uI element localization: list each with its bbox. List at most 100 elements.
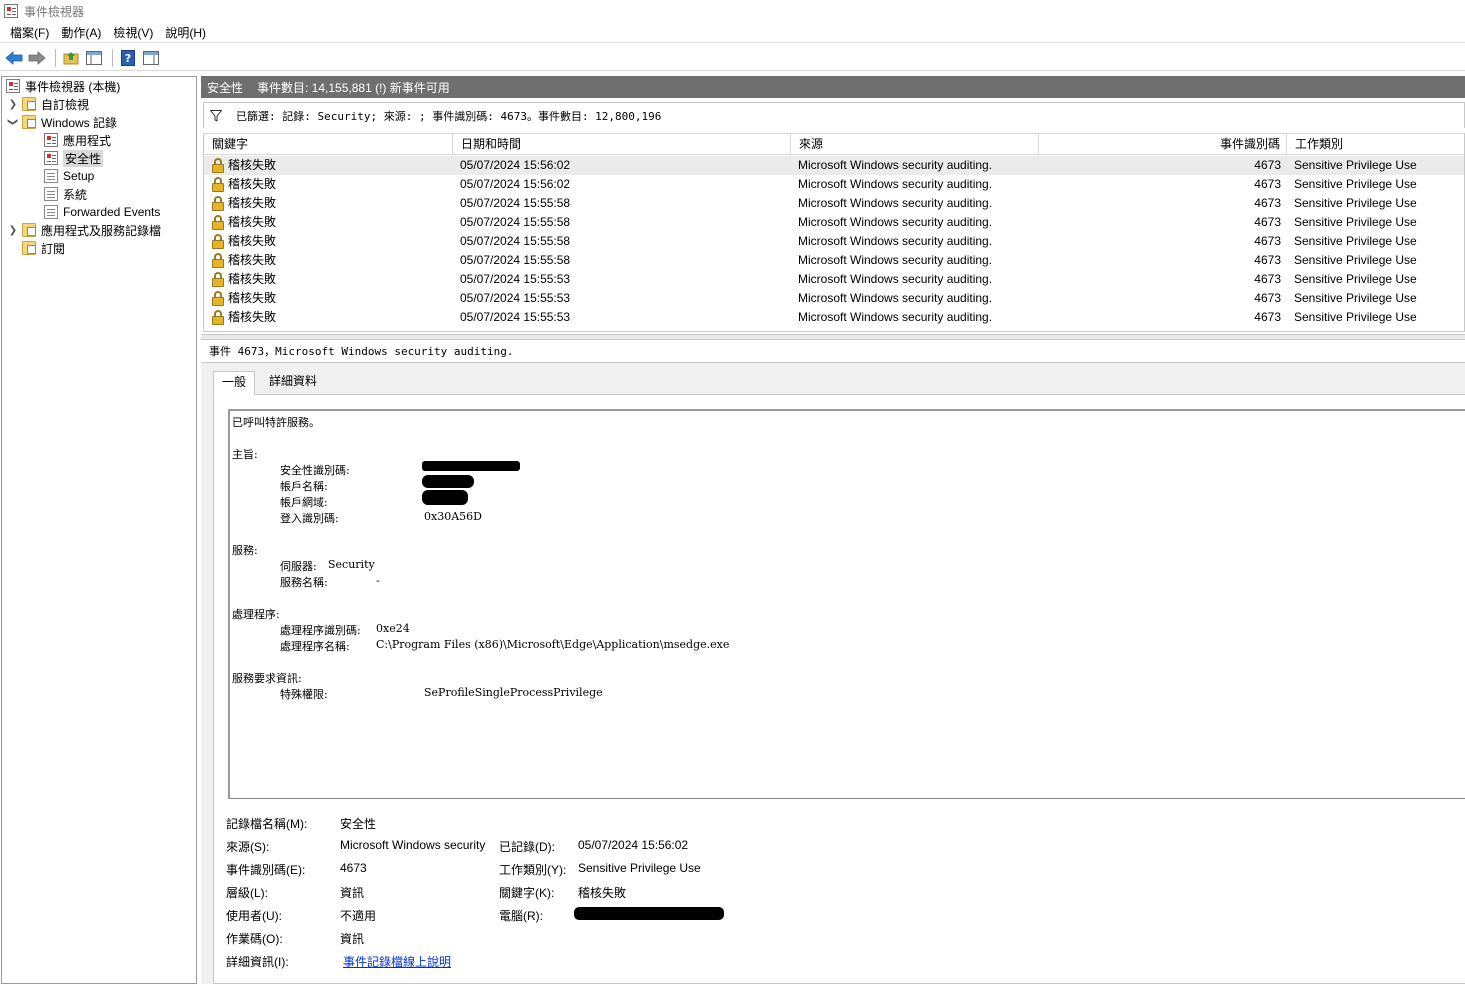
event-count: 事件數目: 14,155,881 (!) 新事件可用 (257, 80, 450, 95)
cell-keyword: 稽核失敗 (228, 158, 277, 172)
folder-up-icon[interactable] (61, 48, 81, 68)
desc-service-name-label: 服務名稱: (280, 576, 328, 589)
event-table[interactable]: 關鍵字 日期和時間 來源 事件識別碼 工作類別 稽核失敗 05/07/2024 1… (203, 133, 1465, 332)
cell-source: Microsoft Windows security auditing. (798, 215, 993, 229)
table-row[interactable]: 稽核失敗 05/07/2024 15:55:58 Microsoft Windows… (204, 194, 1464, 213)
redaction-mark (422, 475, 474, 488)
desc-account-name-label: 帳戶名稱: (280, 480, 328, 493)
table-row[interactable]: 稽核失敗 05/07/2024 15:55:53 Microsoft Windows… (204, 270, 1464, 289)
source-value: Microsoft Windows security (340, 838, 486, 852)
cell-source: Microsoft Windows security auditing. (798, 291, 993, 305)
audit-failure-lock-icon (212, 310, 224, 325)
desc-process-id-label: 處理程序識別碼: (280, 624, 361, 637)
tree-item-label: 系統 (63, 187, 88, 202)
cell-event-id: 4673 (1254, 215, 1281, 229)
redaction-mark (574, 907, 724, 920)
cell-datetime: 05/07/2024 15:55:58 (460, 253, 571, 267)
tab-details[interactable]: 詳細資料 (261, 371, 325, 393)
window-title: 事件檢視器 (24, 4, 85, 19)
user-label: 使用者(U): (226, 909, 282, 923)
tree-item-application[interactable]: 應用程式 (44, 131, 111, 149)
properties-icon[interactable] (141, 48, 161, 68)
cell-datetime: 05/07/2024 15:55:53 (460, 310, 571, 324)
event-detail-title: 事件 4673，Microsoft Windows security audit… (201, 341, 1465, 363)
cell-keyword: 稽核失敗 (228, 196, 277, 210)
cell-datetime: 05/07/2024 15:55:53 (460, 272, 571, 286)
table-row[interactable]: 稽核失敗 05/07/2024 15:55:58 Microsoft Windows… (204, 251, 1464, 270)
cell-event-id: 4673 (1254, 234, 1281, 248)
toolbar-separator (112, 48, 113, 67)
desc-process-id: 0xe24 (376, 622, 410, 635)
column-header-datetime[interactable]: 日期和時間 (453, 134, 791, 155)
column-header-source[interactable]: 來源 (791, 134, 1039, 155)
cell-event-id: 4673 (1254, 272, 1281, 286)
desc-intro: 已呼叫特許服務。 (232, 416, 320, 429)
table-row[interactable]: 稽核失敗 05/07/2024 15:55:58 Microsoft Windows… (204, 213, 1464, 232)
opcode-value: 資訊 (340, 932, 365, 946)
keywords-value: 稽核失敗 (578, 886, 627, 900)
filter-bar: 已篩選: 記錄: Security; 來源: ; 事件識別碼: 4673。事件數… (203, 102, 1465, 128)
desc-account-domain-label: 帳戶網域: (280, 496, 328, 509)
tree-item-windows-logs[interactable]: ❯ Windows 記錄 (8, 113, 117, 131)
tree-item-security[interactable]: 安全性 (44, 149, 104, 167)
event-id-value: 4673 (340, 861, 367, 875)
cell-task-category: Sensitive Privilege Use (1294, 291, 1417, 305)
column-header-event-id[interactable]: 事件識別碼 (1039, 134, 1287, 155)
tree-item-system[interactable]: 系統 (44, 185, 87, 203)
tab-general[interactable]: 一般 (213, 371, 256, 395)
back-arrow-icon[interactable] (4, 48, 24, 68)
event-log-online-help-link[interactable]: 事件記錄檔線上說明 (343, 953, 451, 970)
chevron-right-icon[interactable]: ❯ (8, 99, 18, 110)
event-viewer-icon (6, 79, 20, 93)
cell-source: Microsoft Windows security auditing. (798, 253, 993, 267)
cell-keyword: 稽核失敗 (228, 291, 277, 305)
computer-label: 電腦(R): (499, 909, 543, 923)
tree-item-custom-views[interactable]: ❯ 自訂檢視 (8, 95, 89, 113)
audit-failure-lock-icon (212, 291, 224, 306)
cell-source: Microsoft Windows security auditing. (798, 310, 993, 324)
cell-event-id: 4673 (1254, 196, 1281, 210)
cell-source: Microsoft Windows security auditing. (798, 272, 993, 286)
folder-icon (22, 223, 36, 237)
table-row[interactable]: 稽核失敗 05/07/2024 15:56:02 Microsoft Windows… (204, 156, 1464, 175)
log-document-icon (44, 169, 58, 183)
cell-event-id: 4673 (1254, 291, 1281, 305)
menu-help[interactable]: 說明(H) (159, 23, 212, 43)
chevron-down-icon[interactable]: ❯ (8, 117, 19, 127)
table-row[interactable]: 稽核失敗 05/07/2024 15:56:02 Microsoft Windows… (204, 175, 1464, 194)
task-category-label: 工作類別(Y): (499, 863, 567, 877)
menu-action[interactable]: 動作(A) (55, 23, 107, 43)
log-name: 安全性 (207, 80, 244, 95)
table-row[interactable]: 稽核失敗 05/07/2024 15:55:58 Microsoft Windows… (204, 232, 1464, 251)
cell-source: Microsoft Windows security auditing. (798, 196, 993, 210)
tree-item-label: 事件檢視器 (本機) (25, 79, 121, 94)
tree-item-subscriptions[interactable]: 訂閱 (22, 239, 65, 257)
tree-item-label: 自訂檢視 (41, 97, 90, 112)
tree-item-app-services-logs[interactable]: ❯ 應用程式及服務記錄檔 (8, 221, 161, 239)
audit-failure-lock-icon (212, 196, 224, 211)
help-icon[interactable]: ? (118, 48, 138, 68)
column-header-keyword[interactable]: 關鍵字 (204, 134, 453, 155)
menu-file[interactable]: 檔案(F) (4, 23, 55, 43)
pane-splitter[interactable] (201, 334, 1465, 340)
menu-view[interactable]: 檢視(V) (107, 23, 159, 43)
show-hide-console-tree-icon[interactable] (84, 48, 104, 68)
tree-item-root[interactable]: 事件檢視器 (本機) (6, 77, 120, 95)
cell-keyword: 稽核失敗 (228, 272, 277, 286)
cell-datetime: 05/07/2024 15:55:53 (460, 291, 571, 305)
console-tree: 事件檢視器 (本機) ❯ 自訂檢視 ❯ Windows 記錄 應用程式 安全性 … (1, 76, 197, 984)
desc-server-label: 伺服器: (280, 560, 317, 573)
folder-icon (22, 115, 36, 129)
column-header-task-category[interactable]: 工作類別 (1287, 134, 1464, 155)
tree-item-setup[interactable]: Setup (44, 167, 94, 185)
cell-source: Microsoft Windows security auditing. (798, 234, 993, 248)
cell-source: Microsoft Windows security auditing. (798, 177, 993, 191)
audit-failure-lock-icon (212, 253, 224, 268)
toolbar: ? (0, 45, 1465, 71)
table-row[interactable]: 稽核失敗 05/07/2024 15:55:53 Microsoft Windows… (204, 289, 1464, 308)
tree-item-forwarded-events[interactable]: Forwarded Events (44, 203, 160, 221)
table-row[interactable]: 稽核失敗 05/07/2024 15:55:53 Microsoft Windows… (204, 308, 1464, 327)
forward-arrow-icon[interactable] (27, 48, 47, 68)
event-description-box[interactable]: 已呼叫特許服務。 主旨: 安全性識別碼: 帳戶名稱: 帳戶網域: 登入識別碼: … (228, 409, 1465, 799)
chevron-right-icon[interactable]: ❯ (8, 225, 18, 236)
